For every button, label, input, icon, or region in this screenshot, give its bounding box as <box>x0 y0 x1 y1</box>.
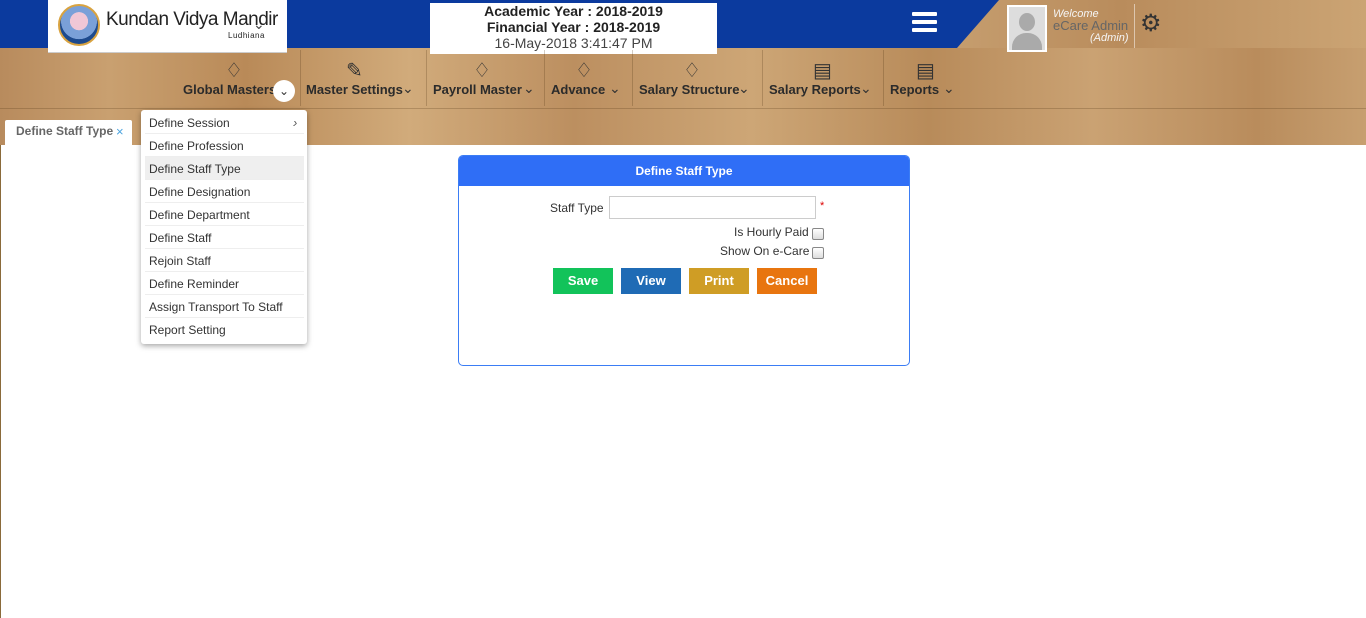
school-logo-box[interactable]: Kundan Vidya Mandir Ludhiana ⌄ <box>48 0 287 53</box>
chevron-down-icon: ⌄ <box>609 80 621 96</box>
dropdown-item-define-staff-type[interactable]: Define Staff Type <box>145 157 304 180</box>
global-masters-icon: ♢ <box>225 60 243 82</box>
chevron-down-icon: ⌄ <box>402 80 414 96</box>
dropdown-item-label: Define Reminder <box>149 277 240 291</box>
page-left-border <box>0 145 1 618</box>
hourly-paid-checkbox[interactable] <box>812 228 824 240</box>
advance-icon: ♢ <box>575 60 593 82</box>
menu-divider <box>632 50 633 106</box>
menu-label: Salary Reports <box>769 82 861 97</box>
panel-header: Define Staff Type <box>459 156 909 186</box>
staff-type-input[interactable] <box>609 196 816 219</box>
menu-underline <box>0 108 1366 109</box>
menu-salary-reports[interactable]: ▤ Salary Reports ⌄ <box>769 50 879 106</box>
hourly-paid-label: Is Hourly Paid <box>734 225 809 239</box>
dropdown-item-define-reminder[interactable]: Define Reminder <box>145 272 304 295</box>
dropdown-item-label: Define Designation <box>149 185 251 199</box>
chevron-down-icon: ⌄ <box>523 80 535 96</box>
menu-salary-structure[interactable]: ♢ Salary Structure ⌄ <box>639 50 759 106</box>
gear-icon[interactable]: ⚙ <box>1140 12 1162 36</box>
show-on-ecare-checkbox[interactable] <box>812 247 824 259</box>
menu-advance[interactable]: ♢ Advance ⌄ <box>551 50 631 106</box>
dropdown-item-define-session[interactable]: Define Session › <box>145 111 304 134</box>
year-info-box: Academic Year : 2018-2019 Financial Year… <box>430 3 717 54</box>
menu-label: Salary Structure <box>639 82 740 97</box>
school-emblem-icon <box>58 4 100 46</box>
menu-label: Reports <box>890 82 940 97</box>
required-mark: * <box>820 200 825 212</box>
menu-divider <box>544 50 545 106</box>
menu-divider <box>300 50 301 106</box>
chevron-down-icon[interactable]: ⌄ <box>253 16 265 33</box>
menu-label: Master Settings <box>306 82 403 97</box>
salary-reports-icon: ▤ <box>813 60 832 82</box>
define-staff-type-panel: Define Staff Type Staff Type * Is Hourly… <box>458 155 910 366</box>
menu-divider <box>762 50 763 106</box>
user-name: eCare Admin <box>1053 18 1129 33</box>
dropdown-item-define-designation[interactable]: Define Designation <box>145 180 304 203</box>
save-button[interactable]: Save <box>553 268 613 294</box>
dropdown-item-label: Define Staff <box>149 231 212 245</box>
dropdown-item-label: Define Profession <box>149 139 244 153</box>
academic-year: Academic Year : 2018-2019 <box>484 3 663 19</box>
dropdown-item-label: Rejoin Staff <box>149 254 211 268</box>
hamburger-menu-icon[interactable] <box>912 12 937 32</box>
salary-structure-icon: ♢ <box>683 60 701 82</box>
dropdown-item-define-staff[interactable]: Define Staff <box>145 226 304 249</box>
global-masters-dropdown: Define Session › Define Profession Define… <box>141 110 307 344</box>
dropdown-item-report-setting[interactable]: Report Setting <box>145 318 304 341</box>
dropdown-item-label: Assign Transport To Staff <box>149 300 283 314</box>
dropdown-item-label: Report Setting <box>149 323 226 337</box>
dropdown-item-assign-transport[interactable]: Assign Transport To Staff <box>145 295 304 318</box>
show-on-ecare-label: Show On e-Care <box>720 244 810 258</box>
panel-title: Define Staff Type <box>635 164 733 178</box>
payroll-master-icon: ♢ <box>473 60 491 82</box>
chevron-down-icon[interactable]: ⌄ <box>273 80 295 102</box>
dropdown-item-label: Define Staff Type <box>149 162 241 176</box>
chevron-down-icon: ⌄ <box>943 80 955 96</box>
close-icon[interactable]: × <box>116 124 124 139</box>
dropdown-item-label: Define Session <box>149 116 230 130</box>
user-role: (Admin) <box>1090 32 1129 44</box>
dropdown-item-define-department[interactable]: Define Department <box>145 203 304 226</box>
menu-label: Global Masters <box>183 82 277 97</box>
view-button[interactable]: View <box>621 268 681 294</box>
staff-type-label: Staff Type <box>550 201 604 215</box>
chevron-down-icon: ⌄ <box>738 80 750 96</box>
menu-divider <box>883 50 884 106</box>
menu-master-settings[interactable]: ✎ Master Settings ⌄ <box>306 50 424 106</box>
chevron-right-icon: › <box>293 115 298 130</box>
tab-label: Define Staff Type <box>16 124 114 138</box>
cancel-button[interactable]: Cancel <box>757 268 817 294</box>
master-settings-icon: ✎ <box>346 60 363 82</box>
menu-label: Advance <box>551 82 606 97</box>
dropdown-item-rejoin-staff[interactable]: Rejoin Staff <box>145 249 304 272</box>
dropdown-item-label: Define Department <box>149 208 250 222</box>
menu-reports[interactable]: ▤ Reports ⌄ <box>890 50 960 106</box>
reports-icon: ▤ <box>916 60 935 82</box>
dropdown-item-define-profession[interactable]: Define Profession <box>145 134 304 157</box>
menu-divider <box>426 50 427 106</box>
menu-label: Payroll Master <box>433 82 522 97</box>
financial-year: Financial Year : 2018-2019 <box>486 19 661 35</box>
user-divider <box>1134 4 1135 48</box>
print-button[interactable]: Print <box>689 268 749 294</box>
tab-define-staff-type[interactable]: Define Staff Type × <box>5 120 132 146</box>
avatar[interactable] <box>1007 5 1047 52</box>
chevron-down-icon: ⌄ <box>860 80 872 96</box>
menu-payroll-master[interactable]: ♢ Payroll Master ⌄ <box>433 50 543 106</box>
